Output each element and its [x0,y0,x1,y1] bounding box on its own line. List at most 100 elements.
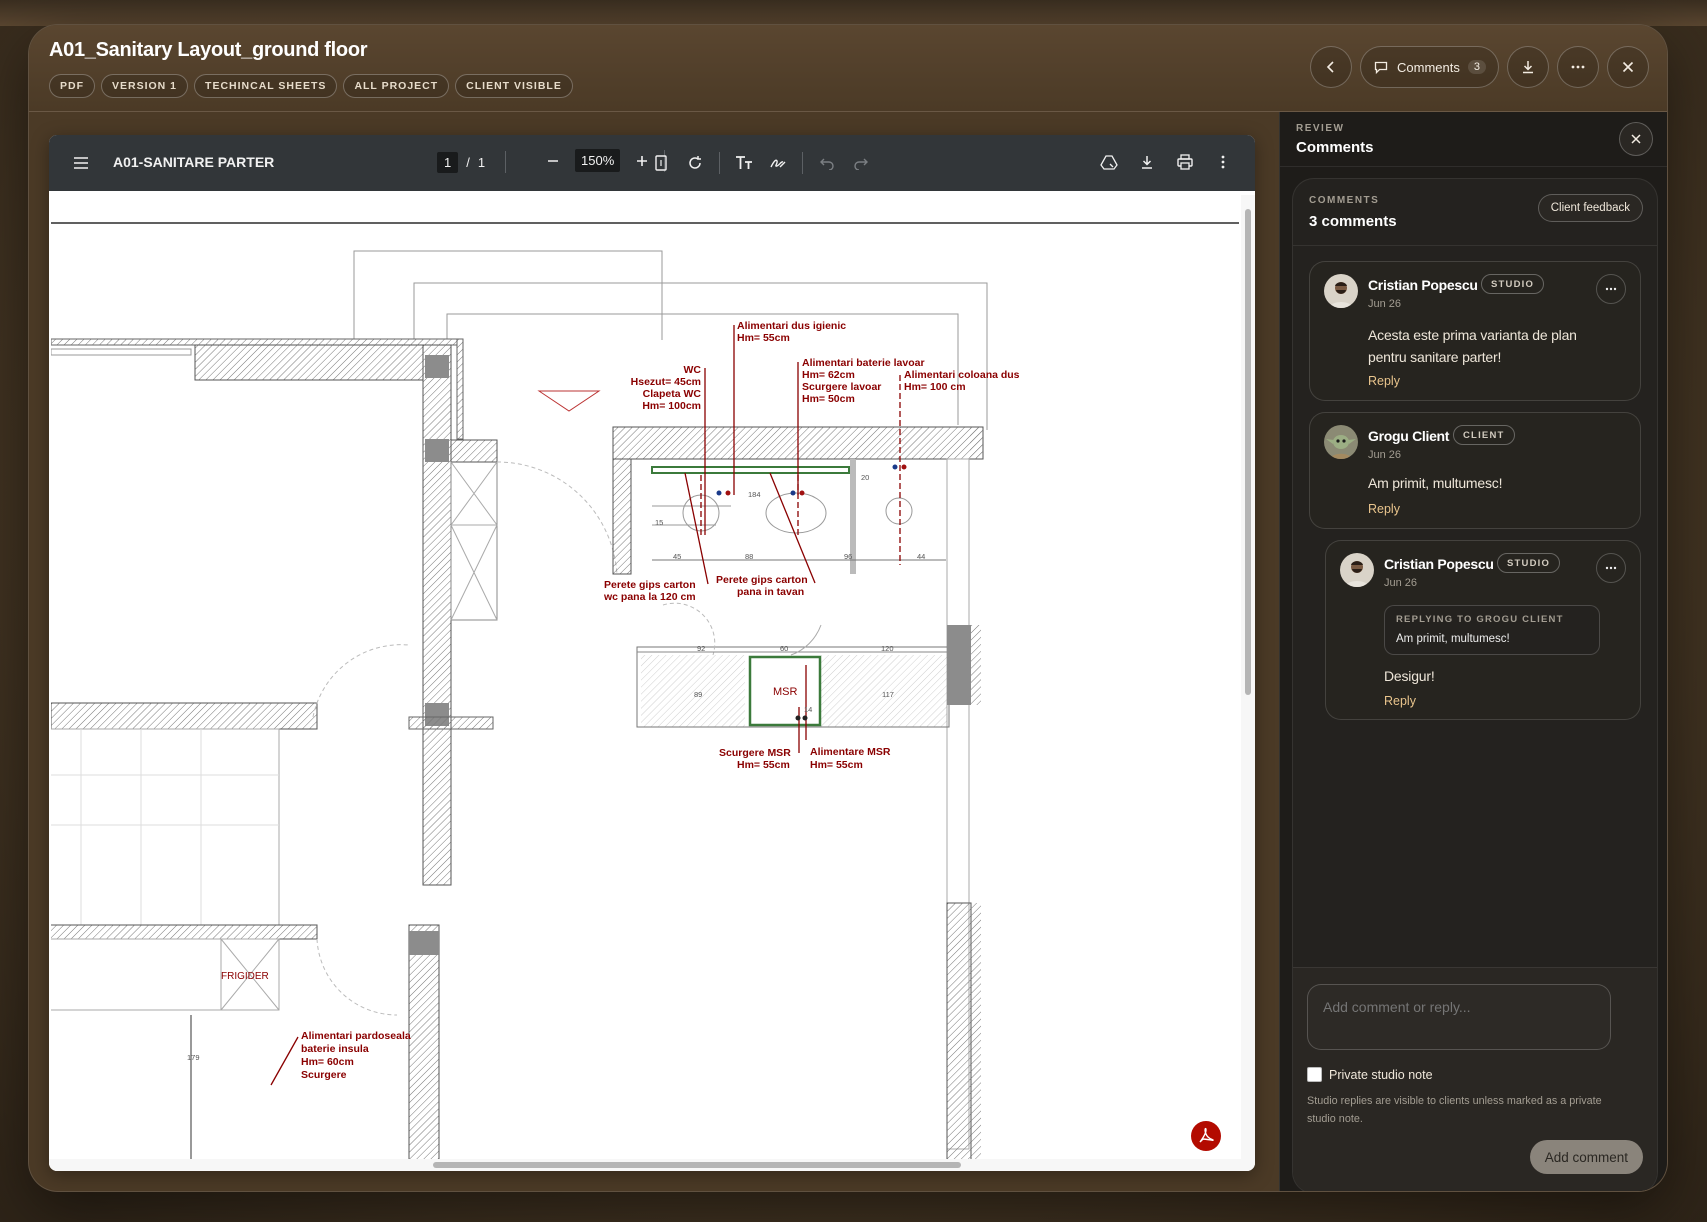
dim-96: 96 [844,552,852,561]
pdf-more-button[interactable] [1213,152,1233,172]
horizontal-scrollbar[interactable] [49,1159,1255,1171]
comment-text-line-1: Am primit, multumesc! [1368,475,1503,491]
tag-pdf: PDF [49,74,95,98]
add-comment-button[interactable]: Add comment [1529,1140,1643,1174]
hamburger-menu-icon [74,157,88,169]
reply-link[interactable]: Reply [1368,374,1400,388]
header-actions: Comments 3 [1310,46,1649,88]
pdf-page: Alimentari dus igienic Hm= 55cm WC Hsezu… [50,195,1243,1161]
comment-author: Grogu Client [1368,428,1450,444]
toolbar-divider [505,151,507,173]
close-panel-button[interactable] [1619,122,1653,156]
label-scmsr-h: Hm= 55cm [737,759,790,771]
close-icon [1622,61,1634,73]
comments-toggle-button[interactable]: Comments 3 [1360,46,1499,88]
horizontal-scroll-thumb[interactable] [433,1162,961,1168]
fit-page-button[interactable] [651,153,671,173]
text-tool-button[interactable] [734,153,754,173]
comments-button-label: Comments [1397,59,1460,75]
label-almsr-h: Hm= 55cm [810,759,863,771]
more-options-button[interactable] [1557,46,1599,88]
signature-icon [770,159,786,168]
comment-input[interactable] [1307,984,1611,1050]
undo-icon [820,158,834,170]
private-note-label: Private studio note [1329,1068,1433,1082]
private-note-checkbox[interactable] [1307,1067,1322,1082]
comment-more-button[interactable] [1596,553,1626,583]
user-avatar-icon [1324,274,1358,308]
panel-title: Comments [1296,139,1374,156]
chat-bubble-icon [1374,61,1388,75]
zoom-out-button[interactable] [543,151,563,171]
zoom-in-button[interactable] [632,151,652,171]
print-button[interactable] [1175,152,1195,172]
card-divider [1293,245,1657,246]
floor-plan-drawing: Alimentari dus igienic Hm= 55cm WC Hsezu… [50,222,1243,1161]
undo-button[interactable] [817,153,837,173]
pdf-menu-button[interactable] [71,153,91,173]
download-icon [1142,156,1152,169]
drive-save-button[interactable] [1099,152,1119,172]
comment-composer: Private studio note Studio replies are v… [1293,967,1657,1191]
comment-author: Cristian Popescu [1368,277,1478,293]
comment-date: Jun 26 [1368,449,1402,461]
label-pg2: Perete gips carton [716,574,808,586]
page-total: 1 [477,154,486,170]
reply-link[interactable]: Reply [1368,502,1400,516]
label-msr: MSR [773,686,798,698]
panel-kicker: REVIEW [1296,123,1345,134]
client-feedback-button[interactable]: Client feedback [1537,194,1643,222]
download-button[interactable] [1507,46,1549,88]
dim-120: 120 [881,644,894,653]
pdf-download-button[interactable] [1137,152,1157,172]
page-indicator: 1 / 1 [437,151,507,173]
back-button[interactable] [1310,46,1353,88]
avatar [1340,553,1374,587]
draw-tool-button[interactable] [768,153,788,173]
reply-quote: REPLYING TO GROGU CLIENT Am primit, mult… [1384,605,1600,655]
quote-label: REPLYING TO GROGU CLIENT [1396,614,1564,625]
dim-60: 60 [780,644,788,653]
comment-text-line-2: pentru sanitare parter! [1368,349,1502,365]
pdf-doc-title: A01-SANITARE PARTER [113,154,275,170]
label-pard-1: baterie insula [301,1043,369,1055]
dim-92: 92 [697,644,705,653]
comments-count-title: 3 comments [1309,213,1397,230]
label-lav-1: Hm= 62cm [802,369,855,381]
panel-divider [1280,166,1667,167]
dim-88: 88 [745,552,753,561]
comment-item: Grogu Client CLIENT Jun 26 Am primit, mu… [1309,412,1641,529]
label-wc: WC [684,364,702,376]
minus-icon [548,159,558,162]
dim-15: 15 [655,518,663,527]
acrobat-button[interactable] [1191,1121,1221,1151]
modal-header: A01_Sanitary Layout_ground floor PDF VER… [29,25,1667,112]
acrobat-logo-icon [1199,1127,1214,1143]
comment-reply-item: Cristian Popescu STUDIO Jun 26 REPLYING … [1325,540,1641,720]
comment-author: Cristian Popescu [1384,556,1494,572]
reply-link[interactable]: Reply [1384,694,1416,708]
dim-179: 179 [187,1053,200,1062]
label-col-1: Hm= 100 cm [904,381,966,393]
page-number-input[interactable]: 1 [437,151,459,173]
dim-20: 20 [861,473,869,482]
label-pard: Alimentari pardoseala [301,1030,411,1042]
close-modal-button[interactable] [1607,46,1649,88]
label-lav-3: Hm= 50cm [802,393,855,405]
zoom-controls: 150% [543,149,666,172]
close-icon [1631,134,1641,144]
vertical-scroll-thumb[interactable] [1245,209,1251,695]
drive-icon [1100,155,1118,170]
dim-184: 184 [748,490,761,499]
zoom-level-input[interactable]: 150% [575,149,621,172]
label-wc-1: Hsezut= 45cm [631,376,701,388]
chevron-left-icon [1326,61,1334,73]
toolbar-divider [719,152,720,174]
dim-89: 89 [694,690,702,699]
rotate-button[interactable] [685,153,705,173]
quote-text: Am primit, multumesc! [1396,633,1510,645]
comment-more-button[interactable] [1596,274,1626,304]
redo-button[interactable] [851,153,871,173]
more-vertical-icon [1221,155,1225,169]
vertical-scrollbar[interactable] [1241,195,1255,1159]
